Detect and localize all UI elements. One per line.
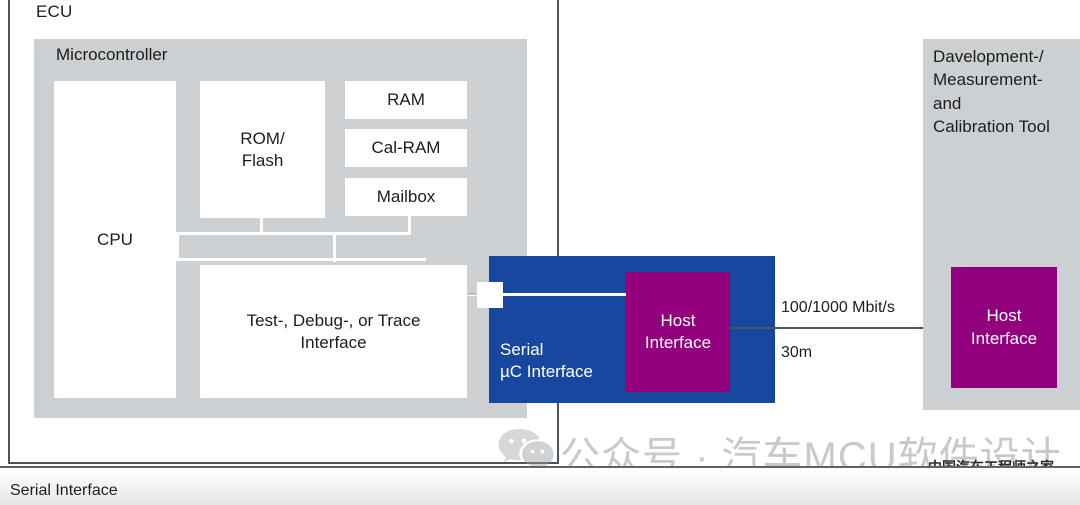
ethernet-length-label: 30m xyxy=(781,344,813,361)
ethernet-speed-label: 100/1000 Mbit/s xyxy=(781,299,895,316)
bus-line-vertical-left xyxy=(176,232,179,261)
cal-ram-box: Cal-RAM xyxy=(345,129,467,167)
host-interface-ecu-box: Host Interface xyxy=(626,272,730,392)
serial-interface-caption: Serial Interface xyxy=(10,482,118,499)
rom-flash-box: ROM/ Flash xyxy=(200,81,325,218)
mailbox-box: Mailbox xyxy=(345,178,467,216)
bus-line-lower xyxy=(176,258,426,261)
wechat-icon xyxy=(496,427,556,471)
serial-uc-interface-label: Serial µC Interface xyxy=(500,340,593,382)
ethernet-link-line xyxy=(730,327,952,329)
diagram-canvas: ECU Microcontroller CPU ROM/ Flash RAM C… xyxy=(0,0,1080,505)
bottom-caption-strip xyxy=(0,466,1080,505)
ecu-label: ECU xyxy=(36,2,73,21)
connector-plug-icon xyxy=(477,282,503,308)
calibration-tool-label: Davelopment-/ Measurement- and Calibrati… xyxy=(933,47,1050,137)
ram-box: RAM xyxy=(345,81,467,119)
cpu-box: CPU xyxy=(54,81,176,398)
host-interface-tool-box: Host Interface xyxy=(951,267,1057,388)
test-debug-trace-interface-box: Test-, Debug-, or Trace Interface xyxy=(200,265,467,398)
microcontroller-label: Microcontroller xyxy=(56,45,168,64)
bus-line-upper xyxy=(176,232,411,235)
